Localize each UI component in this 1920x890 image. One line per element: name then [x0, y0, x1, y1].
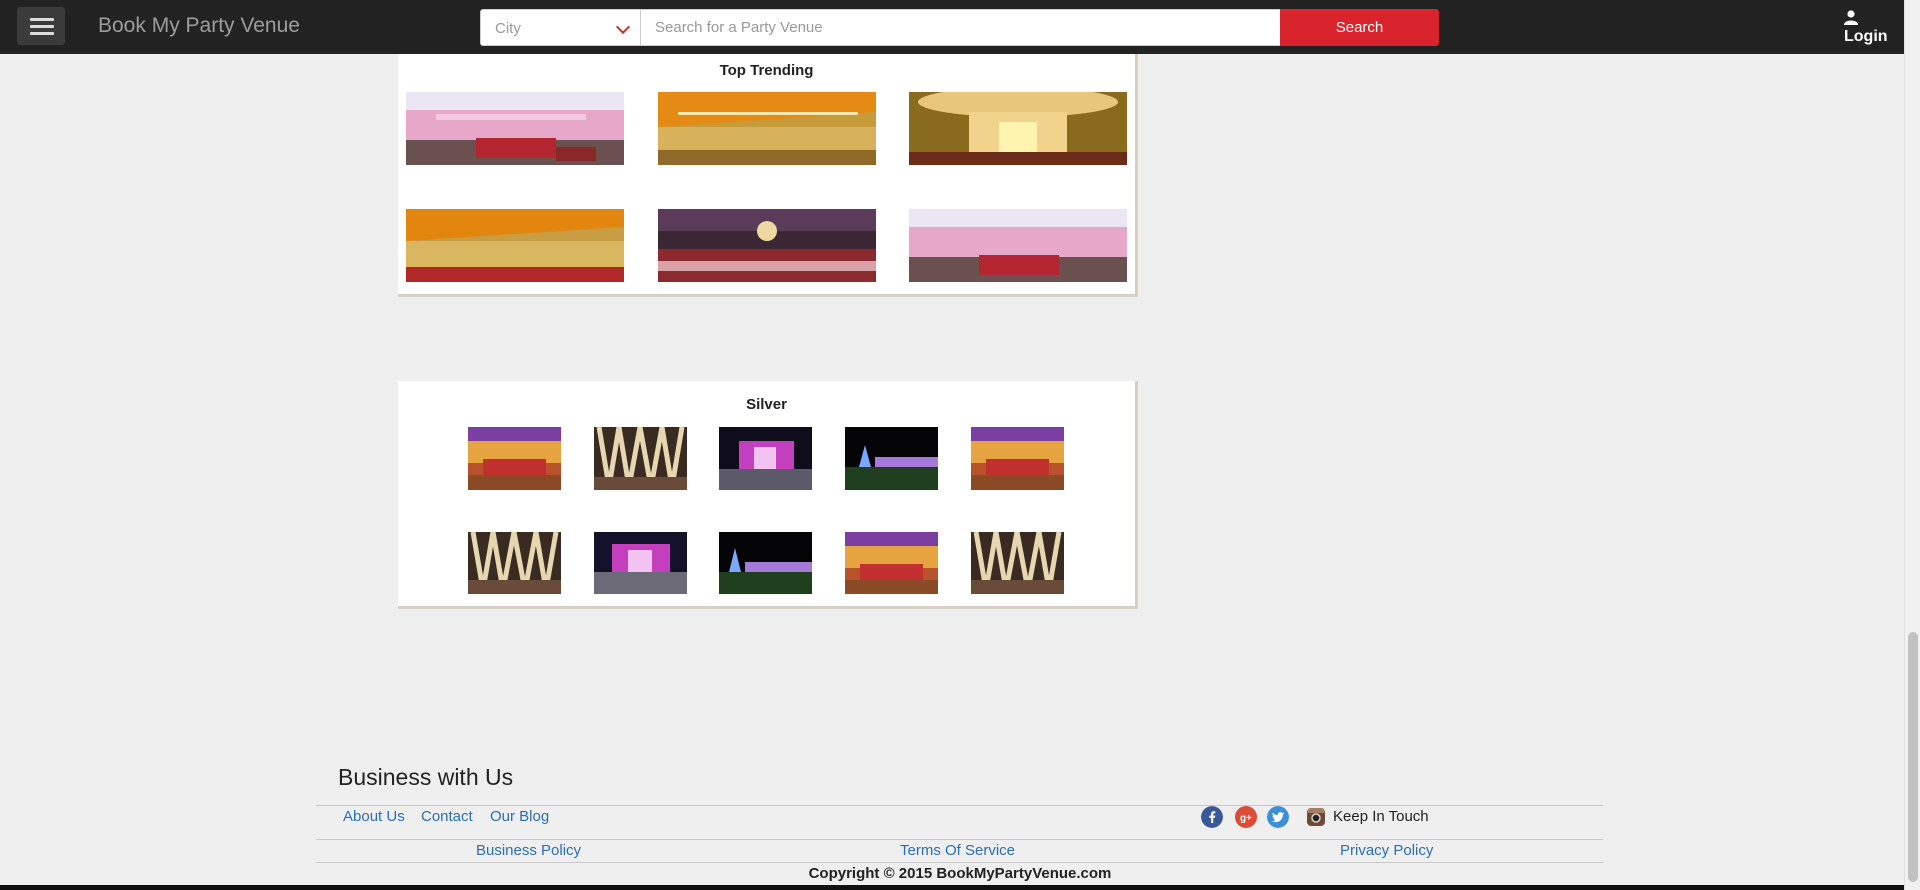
footer-link-about-us[interactable]: About Us — [343, 808, 405, 825]
footer-divider — [316, 839, 1603, 840]
scrollbar-thumb[interactable] — [1908, 632, 1918, 882]
login-label: Login — [1844, 28, 1888, 45]
city-select[interactable]: City — [480, 9, 641, 46]
venue-thumbnail[interactable] — [845, 532, 938, 594]
venue-thumbnail[interactable] — [406, 209, 624, 282]
footer-title: Business with Us — [338, 764, 514, 790]
venue-thumbnail[interactable] — [845, 427, 938, 490]
venue-thumbnail[interactable] — [909, 92, 1127, 165]
chevron-down-icon — [615, 19, 631, 35]
login-button[interactable]: Login — [1844, 10, 1904, 46]
silver-panel: Silver — [398, 381, 1138, 609]
keep-in-touch-label: Keep In Touch — [1333, 808, 1429, 825]
svg-text:g+: g+ — [1240, 813, 1252, 824]
user-icon — [1844, 10, 1858, 25]
footer-link-our-blog[interactable]: Our Blog — [490, 808, 549, 825]
footer-link-contact[interactable]: Contact — [421, 808, 473, 825]
menu-line-icon — [30, 18, 54, 21]
copyright-text: Copyright © 2015 BookMyPartyVenue.com — [808, 865, 1112, 882]
bottom-strip — [0, 885, 1920, 890]
venue-thumbnail[interactable] — [719, 532, 812, 594]
twitter-icon[interactable] — [1267, 806, 1289, 828]
footer-divider — [316, 862, 1603, 863]
top-trending-panel: Top Trending — [398, 54, 1138, 297]
venue-thumbnail[interactable] — [406, 92, 624, 165]
silver-gallery — [398, 381, 1135, 606]
brand-title[interactable]: Book My Party Venue — [98, 14, 300, 38]
instagram-icon[interactable] — [1305, 806, 1327, 828]
hamburger-menu-button[interactable] — [17, 7, 65, 45]
google-plus-icon[interactable]: g+ — [1235, 806, 1257, 828]
top-trending-gallery — [398, 54, 1135, 294]
menu-line-icon — [30, 25, 54, 28]
menu-line-icon — [30, 32, 54, 35]
venue-thumbnail[interactable] — [971, 427, 1064, 490]
venue-thumbnail[interactable] — [719, 427, 812, 490]
footer-link-terms-of-service[interactable]: Terms Of Service — [900, 842, 1015, 859]
search-button[interactable]: Search — [1280, 9, 1439, 46]
venue-thumbnail[interactable] — [468, 532, 561, 594]
top-navbar: Book My Party Venue City Search Login — [0, 0, 1904, 54]
facebook-icon[interactable] — [1201, 806, 1223, 828]
venue-search-input[interactable] — [641, 9, 1281, 46]
venue-thumbnail[interactable] — [594, 427, 687, 490]
footer-divider — [316, 805, 1603, 806]
venue-thumbnail[interactable] — [658, 209, 876, 282]
city-select-label: City — [495, 20, 521, 37]
venue-thumbnail[interactable] — [909, 209, 1127, 282]
venue-thumbnail[interactable] — [971, 532, 1064, 594]
venue-thumbnail[interactable] — [594, 532, 687, 594]
venue-thumbnail[interactable] — [468, 427, 561, 490]
page-scrollbar[interactable] — [1904, 0, 1920, 890]
footer-link-privacy-policy[interactable]: Privacy Policy — [1340, 842, 1433, 859]
venue-thumbnail[interactable] — [658, 92, 876, 165]
footer-link-business-policy[interactable]: Business Policy — [476, 842, 581, 859]
